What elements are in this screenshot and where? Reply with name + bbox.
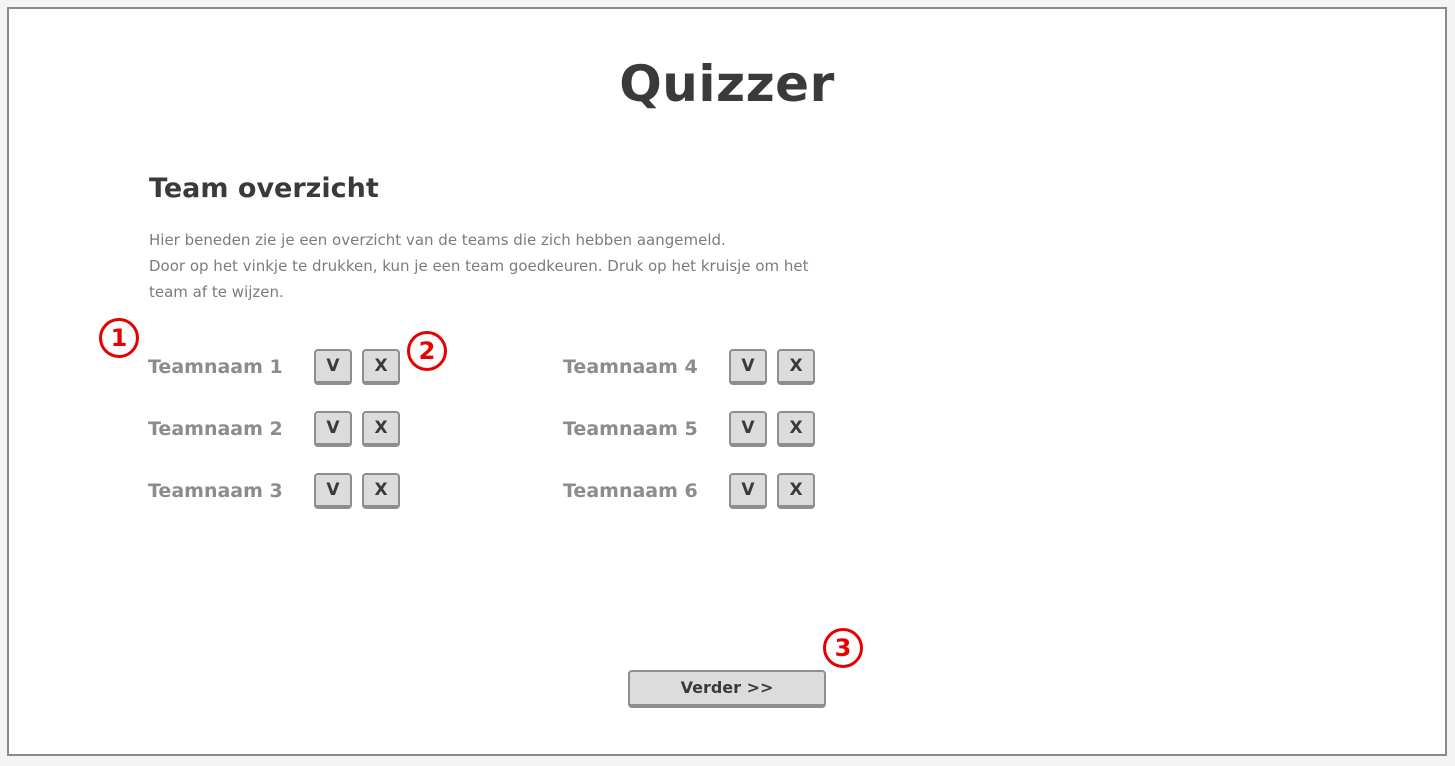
reject-button[interactable]: X xyxy=(777,473,815,509)
team-row: Teamnaam 2 V X xyxy=(148,411,408,449)
annotation-marker-2: 2 xyxy=(407,331,447,371)
reject-button[interactable]: X xyxy=(362,411,400,447)
reject-button[interactable]: X xyxy=(777,349,815,385)
reject-button[interactable]: X xyxy=(362,349,400,385)
team-row: Teamnaam 1 V X xyxy=(148,349,408,387)
app-title: Quizzer xyxy=(619,55,835,113)
team-row: Teamnaam 6 V X xyxy=(563,473,823,511)
reject-button[interactable]: X xyxy=(777,411,815,447)
team-row: Teamnaam 4 V X xyxy=(563,349,823,387)
approve-button[interactable]: V xyxy=(729,349,767,385)
section-title: Team overzicht xyxy=(149,173,379,204)
team-name: Teamnaam 5 xyxy=(563,418,698,440)
annotation-marker-3: 3 xyxy=(823,628,863,668)
next-button[interactable]: Verder >> xyxy=(628,670,826,708)
approve-button[interactable]: V xyxy=(314,411,352,447)
approve-button[interactable]: V xyxy=(729,473,767,509)
app-frame: Quizzer Team overzicht Hier beneden zie … xyxy=(7,7,1447,756)
team-row: Teamnaam 5 V X xyxy=(563,411,823,449)
team-name: Teamnaam 1 xyxy=(148,356,283,378)
team-name: Teamnaam 3 xyxy=(148,480,283,502)
reject-button[interactable]: X xyxy=(362,473,400,509)
approve-button[interactable]: V xyxy=(314,349,352,385)
description-line: Hier beneden zie je een overzicht van de… xyxy=(149,231,726,249)
section-description: Hier beneden zie je een overzicht van de… xyxy=(149,227,839,305)
team-row: Teamnaam 3 V X xyxy=(148,473,408,511)
approve-button[interactable]: V xyxy=(314,473,352,509)
annotation-marker-1: 1 xyxy=(99,318,139,358)
team-name: Teamnaam 2 xyxy=(148,418,283,440)
team-name: Teamnaam 6 xyxy=(563,480,698,502)
team-name: Teamnaam 4 xyxy=(563,356,698,378)
description-line: Door op het vinkje te drukken, kun je ee… xyxy=(149,257,809,301)
approve-button[interactable]: V xyxy=(729,411,767,447)
